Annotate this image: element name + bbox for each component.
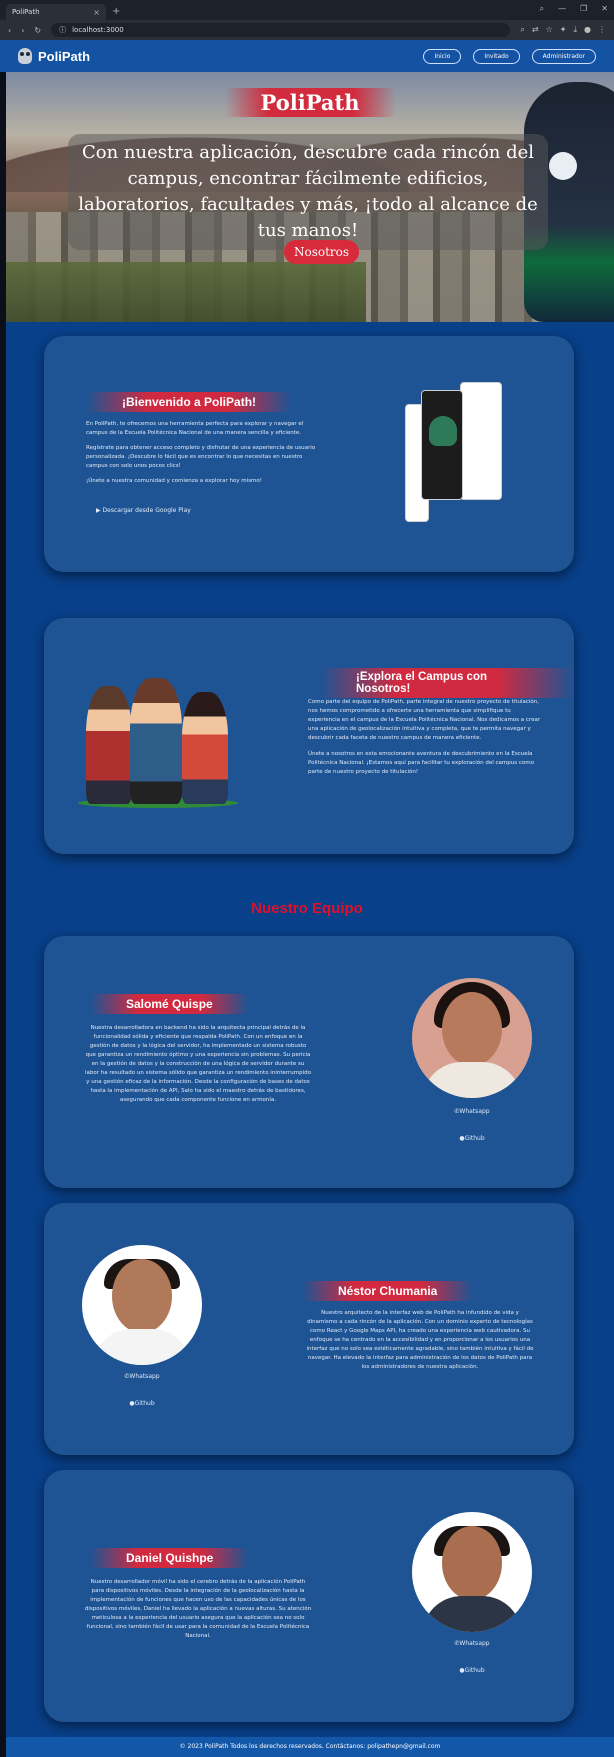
footer: © 2023 PoliPath Todos los derechos reser… (6, 1737, 614, 1757)
explore-paragraph: Únete a nosotros en esta emocionante ave… (308, 751, 534, 775)
member-card-daniel: Daniel Quishpe Nuestro desarrollador móv… (44, 1470, 574, 1722)
nav-invitado-button[interactable]: Invitado (473, 48, 520, 64)
member-bio: Nuestra desarrolladora en backend ha sid… (84, 1025, 312, 1103)
welcome-card: ¡Bienvenido a PoliPath! En PoliPath, te … (44, 336, 574, 572)
browser-tabbar: PoliPath × + ⌕ — ❐ ✕ (0, 0, 614, 20)
reload-icon[interactable]: ↻ (34, 26, 41, 35)
avatar-face (112, 1259, 172, 1333)
member-avatar (412, 1512, 532, 1632)
hero-text: Con nuestra aplicación, descubre cada ri… (68, 134, 548, 250)
profile-icon[interactable]: ● (584, 25, 591, 35)
download-icon[interactable]: ⤓ (573, 25, 577, 35)
person-illustration (182, 692, 228, 804)
toolbar-icons: ⌕ ⇄ ☆ ✦ ⤓ ● ⋮ (520, 25, 606, 35)
member-links: ✆Whatsapp ●Github (412, 1108, 532, 1162)
member-links: ✆Whatsapp ●Github (82, 1373, 202, 1427)
zoom-icon[interactable]: ⌕ (520, 25, 524, 35)
explore-paragraph: Como parte del equipo de PoliPath, parte… (308, 699, 541, 741)
new-tab-button[interactable]: + (112, 6, 120, 17)
avatar-face (442, 992, 502, 1066)
avatar-clothing (422, 1062, 522, 1098)
github-link[interactable]: ●Github (412, 1135, 532, 1142)
brand[interactable]: PoliPath (18, 48, 90, 64)
whatsapp-link[interactable]: ✆Whatsapp (82, 1373, 202, 1380)
avatar-clothing (422, 1596, 522, 1632)
phone-screen (460, 382, 502, 500)
google-play-link[interactable]: ▶ Descargar desde Google Play (96, 507, 191, 514)
window-controls: ⌕ — ❐ ✕ (540, 4, 608, 14)
member-name: Néstor Chumania (302, 1281, 474, 1301)
welcome-paragraph: ¡Únete a nuestra comunidad y comienza a … (86, 478, 262, 484)
back-icon[interactable]: ‹ (8, 26, 11, 35)
tab-title: PoliPath (12, 8, 40, 16)
bookmark-icon[interactable]: ☆ (546, 25, 553, 35)
welcome-paragraph: En PoliPath, te ofrecemos una herramient… (86, 421, 304, 436)
brand-name: PoliPath (38, 48, 91, 64)
welcome-copy: En PoliPath, te ofrecemos una herramient… (86, 420, 316, 492)
maximize-icon[interactable]: ❐ (580, 4, 587, 14)
hero-field-image (6, 262, 366, 322)
member-bio: Nuestro arquitecto de la interfaz web de… (306, 1310, 534, 1370)
search-icon[interactable]: ⌕ (540, 4, 544, 14)
browser-toolbar: ‹ › ↻ ⓘ localhost:3000 ⌕ ⇄ ☆ ✦ ⤓ ● ⋮ (0, 20, 614, 40)
browser-tab[interactable]: PoliPath × (6, 4, 106, 20)
welcome-title: ¡Bienvenido a PoliPath! (86, 392, 293, 412)
nav-inicio-button[interactable]: Inicio (423, 48, 462, 64)
window-close-icon[interactable]: ✕ (601, 4, 608, 14)
nav-administrador-button[interactable]: Administrador (531, 48, 596, 64)
person-illustration (130, 678, 182, 804)
nav-links: Inicio Invitado Administrador (423, 48, 596, 64)
phone-screen (421, 390, 463, 500)
avatar-clothing (92, 1329, 192, 1365)
app-phones-image (405, 378, 503, 526)
hero-title: PoliPath (6, 88, 614, 117)
member-bio: Nuestro desarrollador móvil ha sido el c… (84, 1579, 312, 1639)
whatsapp-link[interactable]: ✆Whatsapp (412, 1640, 532, 1647)
person-illustration (86, 686, 132, 804)
member-name: Salomé Quispe (90, 994, 249, 1014)
member-card-nestor: ✆Whatsapp ●Github Néstor Chumania Nuestr… (44, 1203, 574, 1455)
minimize-icon[interactable]: — (558, 4, 566, 14)
site-info-icon[interactable]: ⓘ (59, 25, 66, 35)
member-links: ✆Whatsapp ●Github (412, 1640, 532, 1694)
extensions-icon[interactable]: ✦ (560, 25, 567, 35)
nosotros-button[interactable]: Nosotros (284, 240, 360, 264)
site-navbar: PoliPath Inicio Invitado Administrador (0, 40, 614, 72)
member-avatar (82, 1245, 202, 1365)
github-link[interactable]: ●Github (412, 1667, 532, 1674)
explore-title: ¡Explora el Campus con Nosotros! (320, 668, 574, 698)
team-illustration (78, 674, 238, 808)
github-link[interactable]: ●Github (82, 1400, 202, 1407)
owl-logo-icon (18, 48, 32, 64)
avatar-face (442, 1526, 502, 1600)
member-name: Daniel Quishpe (90, 1548, 250, 1568)
member-card-salome: Salomé Quispe Nuestra desarrolladora en … (44, 936, 574, 1188)
hero-banner: PoliPath Con nuestra aplicación, descubr… (6, 72, 614, 322)
whatsapp-link[interactable]: ✆Whatsapp (412, 1108, 532, 1115)
explore-card: ¡Explora el Campus con Nosotros! Como pa… (44, 618, 574, 854)
member-avatar (412, 978, 532, 1098)
team-section-title: Nuestro Equipo (251, 900, 363, 917)
translate-icon[interactable]: ⇄ (532, 25, 539, 35)
welcome-paragraph: Regístrate para obtener acceso completo … (86, 445, 316, 469)
menu-icon[interactable]: ⋮ (598, 25, 606, 35)
explore-copy: Como parte del equipo de PoliPath, parte… (308, 698, 542, 784)
tab-close-icon[interactable]: × (93, 8, 100, 17)
forward-icon[interactable]: › (21, 26, 24, 35)
address-bar[interactable]: ⓘ localhost:3000 (51, 23, 511, 37)
url-text: localhost:3000 (72, 26, 124, 34)
play-icon: ▶ (96, 507, 101, 514)
